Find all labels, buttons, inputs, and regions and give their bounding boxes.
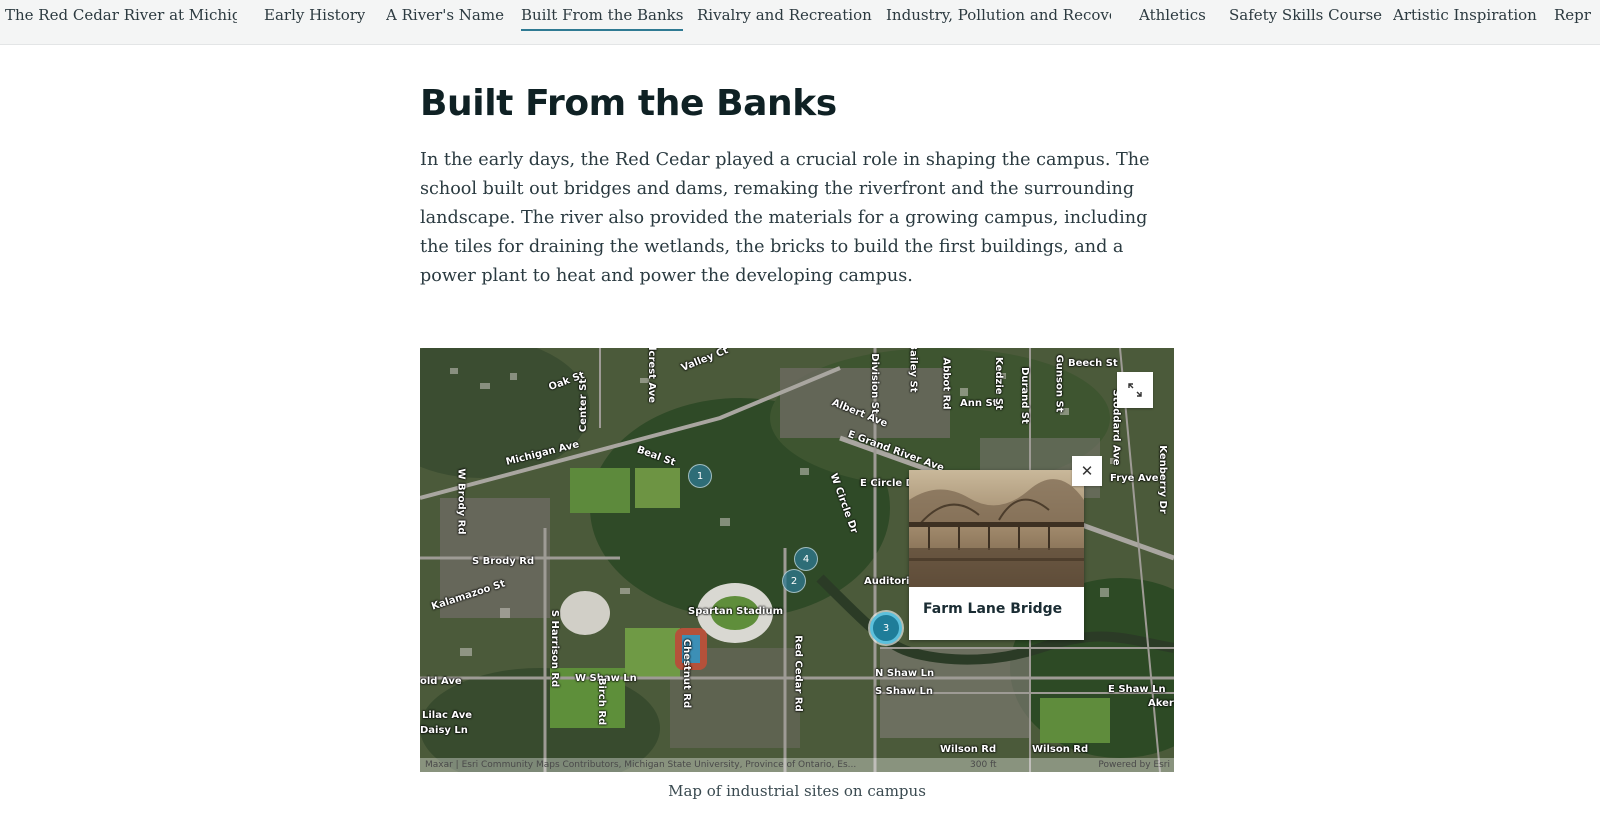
street-label: Center St <box>578 378 590 433</box>
street-label: Akers Rd <box>1148 698 1174 709</box>
popup-title: Farm Lane Bridge <box>923 601 1063 617</box>
nav-item-red-cedar-river[interactable]: The Red Cedar River at Michiga... <box>5 5 237 31</box>
street-label: Frye Ave <box>1110 473 1159 484</box>
street-label: Wilson Rd <box>1032 744 1089 755</box>
nav-item-athletics[interactable]: Athletics <box>1139 5 1206 31</box>
street-label: Birch Rd <box>596 677 608 726</box>
street-label: S Brody Rd <box>472 556 535 567</box>
nav-item-rivers-name[interactable]: A River's Name <box>386 5 504 31</box>
map-attribution: Maxar | Esri Community Maps Contributors… <box>420 758 1174 772</box>
popup-close-button[interactable]: ✕ <box>1072 456 1102 486</box>
street-label: S Shaw Ln <box>875 686 933 697</box>
map-marker-4[interactable]: 4 <box>794 547 818 571</box>
nav-item-built-from-the-banks[interactable]: Built From the Banks <box>521 5 684 31</box>
campus-map[interactable]: Valley Ct Oak St Center St Beal St Michi… <box>420 348 1174 772</box>
page-title: Built From the Banks <box>420 83 837 124</box>
street-label: Spartan Stadium <box>688 606 784 617</box>
street-label: Ann St <box>960 398 998 409</box>
street-label: Chestnut Rd <box>681 638 693 709</box>
street-label: N Shaw Ln <box>875 668 935 679</box>
street-label: Lilac Ave <box>422 710 473 721</box>
street-label: E Shaw Ln <box>1108 684 1166 695</box>
powered-by-esri[interactable]: Powered by Esri <box>1098 758 1170 772</box>
map-popup: Farm Lane Bridge <box>909 470 1084 640</box>
street-label: Red Cedar Rd <box>792 635 804 712</box>
nav-item-artistic-inspiration[interactable]: Artistic Inspiration <box>1393 5 1537 31</box>
street-label: Wilson Rd <box>940 744 997 755</box>
map-caption: Map of industrial sites on campus <box>668 782 926 800</box>
expand-map-button[interactable] <box>1117 372 1153 408</box>
intro-paragraph: In the early days, the Red Cedar played … <box>420 150 1150 286</box>
nav-item-industry-pollution[interactable]: Industry, Pollution and Recove... <box>886 5 1111 31</box>
attribution-text: Maxar | Esri Community Maps Contributors… <box>425 760 857 770</box>
street-label: Beech St <box>1068 358 1118 369</box>
map-marker-1[interactable]: 1 <box>688 464 712 488</box>
scale-bar: 300 ft <box>970 760 997 770</box>
nav-item-early-history[interactable]: Early History <box>264 5 365 31</box>
street-label: S Harrison Rd <box>549 609 561 688</box>
nav-item-rivalry-and-recreation[interactable]: Rivalry and Recreation <box>697 5 872 31</box>
street-label: old Ave <box>420 676 462 687</box>
nav-item-repr[interactable]: Repr <box>1554 5 1600 31</box>
street-label: Daisy Ln <box>420 725 468 736</box>
street-label: Bailey St <box>907 348 919 393</box>
street-label: Kedzie St <box>993 356 1005 411</box>
close-icon: ✕ <box>1080 462 1094 480</box>
farm-lane-bridge-photo <box>909 470 1084 587</box>
street-label: Gunson St <box>1053 354 1065 413</box>
street-label: Abbot Rd <box>940 357 952 410</box>
nav-item-safety-skills-course[interactable]: Safety Skills Course <box>1229 5 1382 31</box>
street-label: Hillcrest Ave <box>646 348 658 404</box>
street-label: Kenberry Dr <box>1156 445 1168 514</box>
street-label: W Brody Rd <box>455 468 467 535</box>
expand-icon <box>1128 383 1142 397</box>
story-navigation: The Red Cedar River at Michiga... Early … <box>0 0 1600 45</box>
map-marker-2[interactable]: 2 <box>782 569 806 593</box>
street-label: Division St <box>868 353 880 414</box>
street-label: Durand St <box>1018 367 1030 424</box>
map-marker-3[interactable]: 3 <box>870 612 902 644</box>
